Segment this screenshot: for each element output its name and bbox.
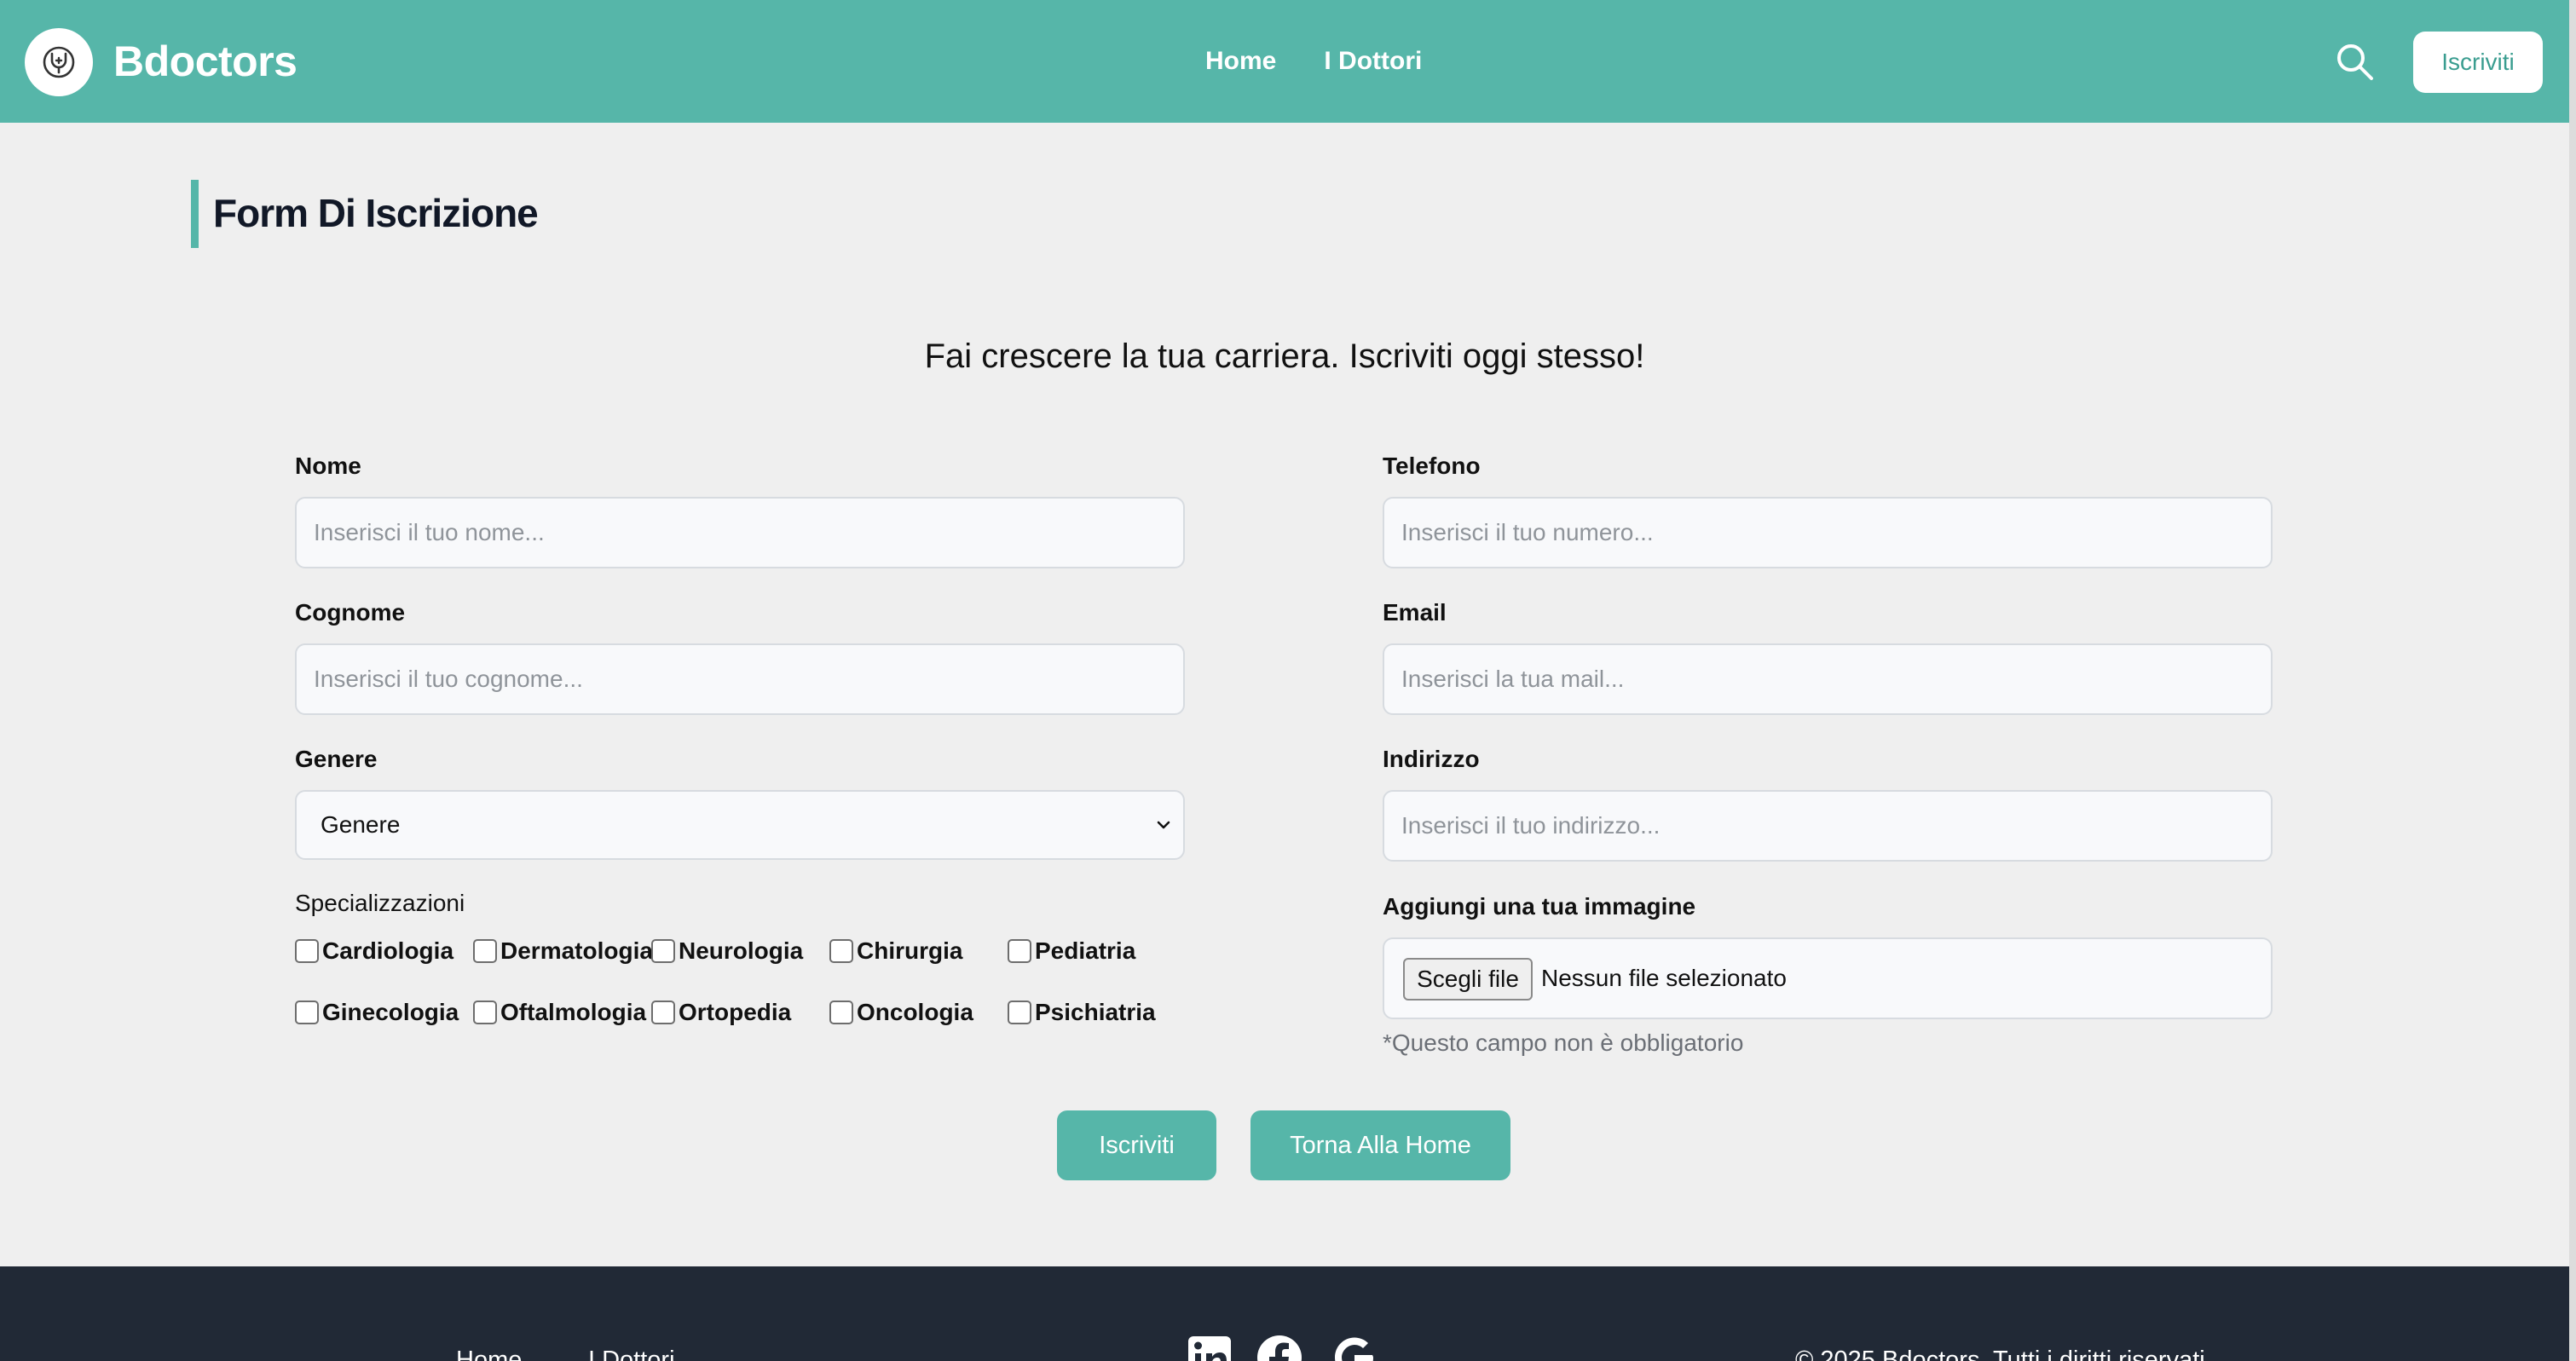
checkbox-label: Pediatria [1035, 937, 1136, 964]
checkbox-chirurgia[interactable]: Chirurgia [829, 937, 962, 966]
facebook-icon[interactable] [1256, 1335, 1302, 1361]
indirizzo-input[interactable] [1383, 790, 2273, 862]
linkedin-icon[interactable] [1187, 1335, 1233, 1361]
navbar: Bdoctors Home I Dottori Iscriviti [0, 0, 2569, 123]
checkbox-label: Ginecologia [322, 999, 459, 1025]
checkbox-label: Dermatologia [500, 937, 653, 964]
checkbox-label: Oncologia [857, 999, 973, 1025]
image-file-input[interactable]: Scegli file Nessun file selezionato [1383, 937, 2273, 1019]
email-input[interactable] [1383, 643, 2273, 715]
checkbox-pediatria[interactable]: Pediatria [1008, 937, 1135, 966]
specializzazioni-label: Specializzazioni [295, 890, 465, 916]
choose-file-button[interactable]: Scegli file [1403, 958, 1533, 1001]
stethoscope-icon [43, 46, 75, 78]
file-status: Nessun file selezionato [1541, 965, 1787, 991]
nav-link-dottori[interactable]: I Dottori [1324, 44, 1422, 78]
optional-field-hint: *Questo campo non è obbligatorio [1383, 1029, 1744, 1056]
scrollbar[interactable] [2569, 0, 2576, 1361]
page-subtitle: Fai crescere la tua carriera. Iscriviti … [924, 337, 1645, 375]
genere-label: Genere [295, 746, 378, 772]
checkbox-box[interactable] [651, 939, 675, 963]
nome-label: Nome [295, 453, 361, 479]
search-icon[interactable] [2334, 41, 2377, 84]
checkbox-box[interactable] [473, 1001, 497, 1024]
telefono-label: Telefono [1383, 453, 1481, 479]
footer: Home I Dottori © 2025 Bdoctors. Tutti i … [0, 1266, 2569, 1361]
immagine-label: Aggiungi una tua immagine [1383, 893, 1696, 920]
checkbox-label: Oftalmologia [500, 999, 647, 1025]
copyright: © 2025 Bdoctors. Tutti i diritti riserva… [1795, 1347, 2212, 1361]
checkbox-neurologia[interactable]: Neurologia [651, 937, 803, 966]
logo[interactable] [25, 28, 93, 96]
footer-link-dottori[interactable]: I Dottori [588, 1343, 675, 1361]
checkbox-ortopedia[interactable]: Ortopedia [651, 998, 791, 1027]
genere-select[interactable]: Genere [295, 790, 1185, 860]
checkbox-label: Chirurgia [857, 937, 963, 964]
checkbox-box[interactable] [829, 939, 853, 963]
title-accent-bar [191, 180, 199, 248]
footer-link-home[interactable]: Home [456, 1343, 522, 1361]
brand-name[interactable]: Bdoctors [113, 36, 297, 87]
checkbox-label: Neurologia [679, 937, 804, 964]
telefono-input[interactable] [1383, 497, 2273, 568]
checkbox-box[interactable] [473, 939, 497, 963]
email-label: Email [1383, 599, 1447, 626]
checkbox-ginecologia[interactable]: Ginecologia [295, 998, 459, 1027]
checkbox-label: Ortopedia [679, 999, 792, 1025]
chevron-down-icon [1157, 821, 1170, 829]
nav-signup-button[interactable]: Iscriviti [2413, 32, 2543, 93]
checkbox-box[interactable] [295, 1001, 319, 1024]
indirizzo-label: Indirizzo [1383, 746, 1480, 772]
checkbox-psichiatria[interactable]: Psichiatria [1008, 998, 1156, 1027]
cognome-label: Cognome [295, 599, 406, 626]
checkbox-oftalmologia[interactable]: Oftalmologia [473, 998, 646, 1027]
checkbox-box[interactable] [651, 1001, 675, 1024]
checkbox-dermatologia[interactable]: Dermatologia [473, 937, 653, 966]
submit-button[interactable]: Iscriviti [1057, 1110, 1216, 1180]
genere-selected-value: Genere [321, 811, 401, 838]
page: Bdoctors Home I Dottori Iscriviti Form D… [0, 0, 2569, 1361]
checkbox-oncologia[interactable]: Oncologia [829, 998, 973, 1027]
checkbox-box[interactable] [295, 939, 319, 963]
checkbox-cardiologia[interactable]: Cardiologia [295, 937, 453, 966]
checkbox-label: Cardiologia [322, 937, 454, 964]
checkbox-box[interactable] [829, 1001, 853, 1024]
cognome-input[interactable] [295, 643, 1185, 715]
checkbox-box[interactable] [1008, 1001, 1031, 1024]
page-title: Form Di Iscrizione [213, 191, 539, 235]
nav-links: Home I Dottori [1205, 44, 1422, 78]
checkbox-label: Psichiatria [1035, 999, 1156, 1025]
nav-link-home[interactable]: Home [1205, 44, 1276, 78]
google-icon[interactable] [1331, 1335, 1378, 1361]
nome-input[interactable] [295, 497, 1185, 568]
back-home-button[interactable]: Torna Alla Home [1250, 1110, 1510, 1180]
checkbox-box[interactable] [1008, 939, 1031, 963]
